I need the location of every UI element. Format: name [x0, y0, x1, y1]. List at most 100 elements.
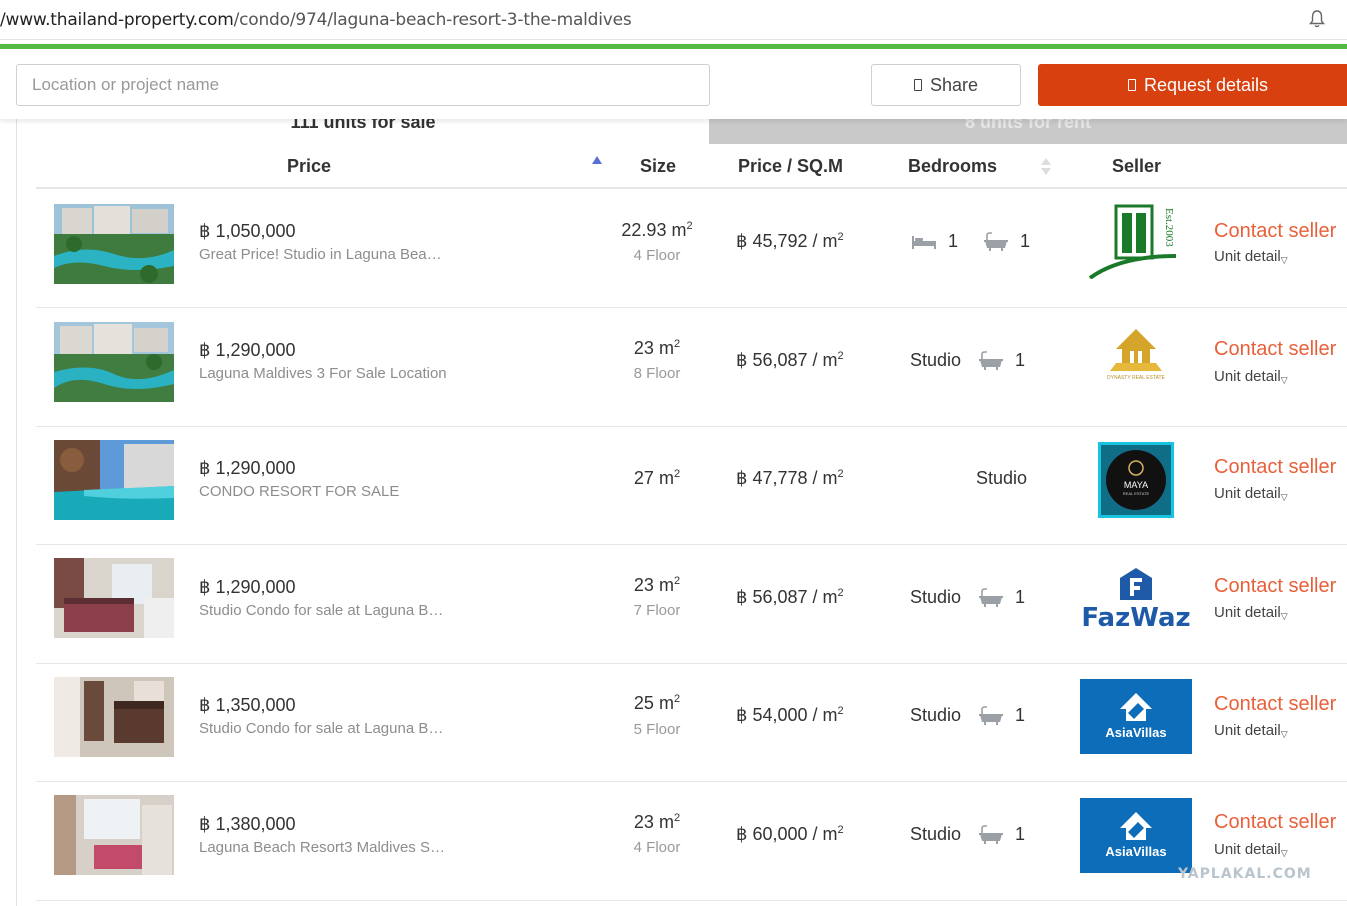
- top-toolbar: Share Request details: [0, 49, 1347, 119]
- listing-photo[interactable]: [54, 558, 174, 638]
- contact-seller-link[interactable]: Contact seller: [1214, 220, 1336, 243]
- listing-photo[interactable]: [54, 677, 174, 757]
- url-host: /www.thailand-property.com: [0, 10, 234, 30]
- bedroom-count: Studio: [910, 587, 962, 607]
- listing-price-per-sqm: ฿ 60,000 / m2: [736, 824, 844, 844]
- listing-floor: 4 Floor: [633, 247, 681, 264]
- listing-size: 22.93 m2: [621, 220, 693, 240]
- listing-price: ฿ 1,290,000: [199, 577, 296, 597]
- table-row[interactable]: ฿ 1,380,000 Laguna Beach Resort3 Maldive…: [36, 783, 1347, 901]
- listing-floor: 8 Floor: [633, 365, 681, 382]
- table-row[interactable]: ฿ 1,290,000 Laguna Maldives 3 For Sale L…: [36, 309, 1347, 427]
- address-bar[interactable]: /www.thailand-property.com/condo/974/lag…: [0, 0, 1347, 40]
- listing-price: ฿ 1,350,000: [199, 695, 296, 715]
- seller-logo[interactable]: AsiaVillas: [1080, 679, 1192, 754]
- seller-logo-text: AsiaVillas: [1105, 725, 1166, 740]
- listing-title[interactable]: Studio Condo for sale at Laguna Beach: [199, 720, 449, 737]
- listing-photo[interactable]: [54, 440, 174, 520]
- unit-detail-toggle[interactable]: Unit detail▽: [1214, 604, 1288, 622]
- listing-title[interactable]: Laguna Beach Resort3 Maldives Studio: [199, 839, 449, 856]
- listing-photo[interactable]: [54, 322, 174, 402]
- bathtub-icon: [979, 824, 1004, 844]
- request-icon: [1127, 79, 1136, 91]
- column-size[interactable]: Size: [640, 156, 676, 177]
- table-row[interactable]: ฿ 1,050,000 Great Price! Studio in Lagun…: [36, 190, 1347, 308]
- bathtub-icon: [979, 705, 1004, 725]
- listing-price: ฿ 1,290,000: [199, 340, 296, 360]
- bathtub-icon: [984, 231, 1009, 251]
- seller-logo[interactable]: DYNASTY REAL ESTATE: [1080, 325, 1192, 400]
- seller-logo[interactable]: Est.2003: [1080, 204, 1192, 279]
- bathtub-icon: [979, 350, 1004, 370]
- listing-photo[interactable]: [54, 795, 174, 875]
- listing-title[interactable]: Laguna Maldives 3 For Sale Location: [199, 365, 449, 382]
- listing-size: 25 m2: [633, 693, 681, 713]
- share-icon: [913, 79, 922, 91]
- listing-price-per-sqm: ฿ 56,087 / m2: [736, 587, 844, 607]
- share-label: Share: [929, 74, 979, 95]
- bedroom-count: 1: [948, 231, 959, 251]
- url-path: /condo/974/laguna-beach-resort-3-the-mal…: [233, 10, 632, 30]
- bed-icon: [912, 235, 936, 249]
- chevron-down-icon: ▽: [1280, 848, 1288, 858]
- listing-price: ฿ 1,290,000: [199, 458, 296, 478]
- watermark: YAPLAKAL.COM: [1178, 866, 1312, 882]
- request-details-button[interactable]: Request details: [1038, 64, 1347, 106]
- listing-rooms: Studio: [910, 468, 1093, 489]
- chevron-down-icon: ▽: [1280, 492, 1288, 502]
- share-button[interactable]: Share: [871, 64, 1021, 106]
- search-input[interactable]: [16, 64, 710, 106]
- listing-size: 23 m2: [633, 812, 681, 832]
- listing-floor: 4 Floor: [633, 839, 681, 856]
- contact-seller-link[interactable]: Contact seller: [1214, 693, 1336, 716]
- sort-ascending-icon[interactable]: [592, 156, 602, 164]
- seller-logo[interactable]: FazWaz: [1080, 564, 1192, 639]
- request-label: Request details: [1143, 74, 1269, 95]
- listing-title[interactable]: CONDO RESORT FOR SALE: [199, 483, 449, 500]
- content-left-border: [16, 119, 17, 906]
- chevron-down-icon: ▽: [1280, 729, 1288, 739]
- contact-seller-link[interactable]: Contact seller: [1214, 575, 1336, 598]
- seller-logo-text: Est.2003: [1163, 208, 1175, 247]
- table-row[interactable]: ฿ 1,350,000 Studio Condo for sale at Lag…: [36, 664, 1347, 782]
- unit-detail-toggle[interactable]: Unit detail▽: [1214, 368, 1288, 386]
- listing-price-per-sqm: ฿ 47,778 / m2: [736, 468, 844, 488]
- column-price-per-sqm[interactable]: Price / SQ.M: [738, 156, 843, 177]
- bedroom-count: Studio: [910, 350, 962, 370]
- unit-detail-toggle[interactable]: Unit detail▽: [1214, 841, 1288, 859]
- contact-seller-link[interactable]: Contact seller: [1214, 338, 1336, 361]
- chevron-down-icon: ▽: [1280, 375, 1288, 385]
- contact-seller-link[interactable]: Contact seller: [1214, 811, 1336, 834]
- unit-detail-toggle[interactable]: Unit detail▽: [1214, 722, 1288, 740]
- listing-price: ฿ 1,050,000: [199, 221, 296, 241]
- chevron-down-icon: ▽: [1280, 611, 1288, 621]
- listing-size: 23 m2: [633, 338, 681, 358]
- table-row[interactable]: ฿ 1,290,000 Studio Condo for sale at Lag…: [36, 546, 1347, 664]
- url-text[interactable]: /www.thailand-property.com/condo/974/lag…: [0, 10, 632, 30]
- bathroom-count: 1: [1015, 824, 1026, 844]
- column-bedrooms[interactable]: Bedrooms: [908, 156, 997, 177]
- bathroom-count: 1: [1015, 705, 1026, 725]
- seller-logo-text: FazWaz: [1081, 603, 1190, 633]
- table-header: Price Size Price / SQ.M Bedrooms Seller: [36, 148, 1347, 189]
- listing-price: ฿ 1,380,000: [199, 814, 296, 834]
- table-row[interactable]: ฿ 1,290,000 CONDO RESORT FOR SALE 27 m2 …: [36, 427, 1347, 545]
- contact-seller-link[interactable]: Contact seller: [1214, 456, 1336, 479]
- seller-logo-text: DYNASTY REAL ESTATE: [1107, 375, 1166, 381]
- sort-icon[interactable]: [1041, 158, 1051, 176]
- listing-title[interactable]: Studio Condo for sale at Laguna Beach: [199, 602, 449, 619]
- column-seller: Seller: [1112, 156, 1162, 176]
- listing-price-per-sqm: ฿ 45,792 / m2: [736, 231, 844, 251]
- listing-floor: 7 Floor: [633, 602, 681, 619]
- seller-logo[interactable]: AsiaVillas: [1080, 798, 1192, 873]
- unit-detail-toggle[interactable]: Unit detail▽: [1214, 248, 1288, 266]
- listing-photo[interactable]: [54, 204, 174, 284]
- unit-detail-toggle[interactable]: Unit detail▽: [1214, 485, 1288, 503]
- bathtub-icon: [979, 587, 1004, 607]
- seller-logo-text: MAYA: [1124, 480, 1148, 490]
- listing-title[interactable]: Great Price! Studio in Laguna Beach Reso…: [199, 246, 449, 263]
- listing-size: 27 m2: [633, 468, 681, 488]
- column-price[interactable]: Price: [287, 156, 331, 177]
- seller-logo[interactable]: MAYA REAL ESTATE: [1098, 442, 1174, 518]
- bell-icon[interactable]: [1309, 10, 1325, 28]
